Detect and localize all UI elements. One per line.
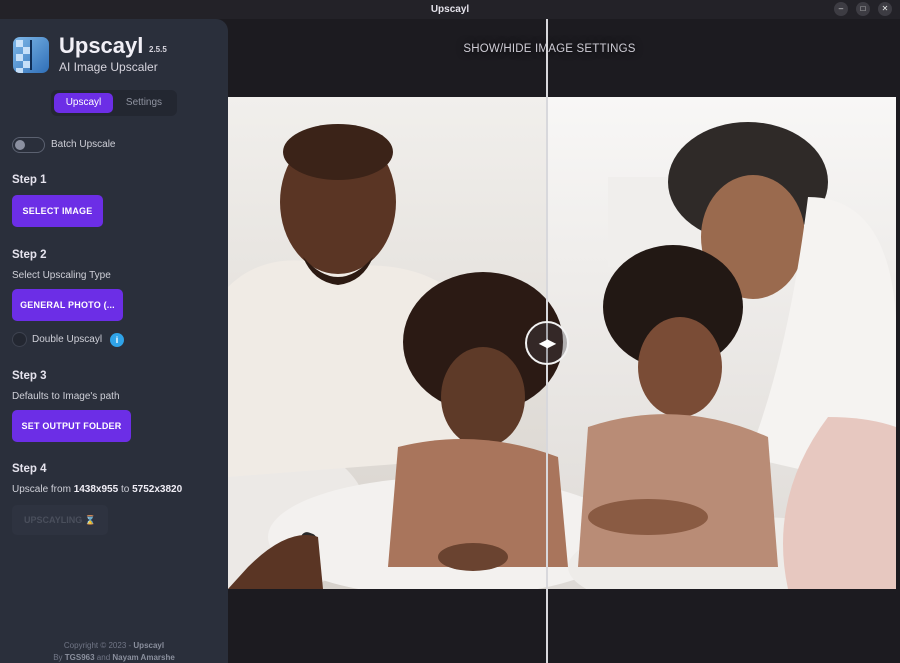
step2-title: Step 2: [12, 249, 47, 261]
info-icon[interactable]: i: [110, 333, 124, 347]
window-title: Upscayl: [430, 4, 470, 15]
mode-tabs: Upscayl Settings: [51, 90, 177, 116]
upscaling-type-select[interactable]: GENERAL PHOTO (...: [12, 289, 123, 321]
upscayl-button[interactable]: UPSCAYLING ⌛: [12, 505, 108, 535]
footer-copyright: Copyright © 2023 - Upscayl: [0, 641, 228, 650]
copyright-name: Upscayl: [133, 641, 165, 650]
tab-settings[interactable]: Settings: [115, 93, 173, 113]
step3-title: Step 3: [12, 370, 47, 382]
target-size: 5752x3820: [132, 484, 183, 495]
footer-author1[interactable]: TGS963: [65, 653, 95, 662]
tab-upscayl[interactable]: Upscayl: [54, 93, 113, 113]
batch-upscale-toggle[interactable]: [12, 137, 45, 153]
close-icon[interactable]: ✕: [878, 2, 892, 16]
main-panel: SHOW/HIDE IMAGE SETTINGS ◀▶: [228, 19, 900, 663]
app-subtitle: AI Image Upscaler: [59, 60, 158, 74]
window-titlebar: Upscayl – □ ✕: [0, 0, 900, 19]
image-settings-toggle[interactable]: SHOW/HIDE IMAGE SETTINGS: [228, 43, 871, 55]
sidebar: Upscayl 2.5.5 AI Image Upscaler Upscayl …: [0, 19, 228, 663]
copyright-prefix: Copyright © 2023 -: [63, 641, 132, 650]
maximize-icon[interactable]: □: [856, 2, 870, 16]
step2-description: Select Upscaling Type: [12, 270, 111, 281]
double-upscayl-label: Double Upscayl: [32, 334, 103, 345]
footer-authors: By TGS963 and Nayam Amarshe: [0, 653, 228, 662]
select-image-button[interactable]: SELECT IMAGE: [12, 195, 103, 227]
minimize-icon[interactable]: –: [834, 2, 848, 16]
set-output-folder-button[interactable]: SET OUTPUT FOLDER: [12, 410, 131, 442]
app-name: Upscayl: [59, 33, 144, 58]
batch-upscale-label: Batch Upscale: [51, 139, 116, 150]
upscale-size-text: Upscale from 1438x955 to 5752x3820: [12, 484, 182, 495]
footer-author2[interactable]: Nayam Amarshe: [112, 653, 174, 662]
app-version: 2.5.5: [149, 45, 167, 54]
step4-title: Step 4: [12, 463, 47, 475]
window-controls: – □ ✕: [834, 2, 892, 16]
app-logo-icon: [13, 37, 49, 73]
double-upscayl-checkbox[interactable]: [12, 332, 27, 347]
footer-and: and: [96, 653, 111, 662]
upscale-prefix: Upscale from: [12, 484, 71, 495]
source-size: 1438x955: [73, 484, 119, 495]
upscale-to-word: to: [120, 484, 130, 495]
toggle-knob: [15, 140, 25, 150]
compare-slider-icon[interactable]: ◀▶: [525, 321, 569, 365]
step3-description: Defaults to Image's path: [12, 391, 120, 402]
footer-by: By: [53, 653, 63, 662]
step1-title: Step 1: [12, 174, 47, 186]
